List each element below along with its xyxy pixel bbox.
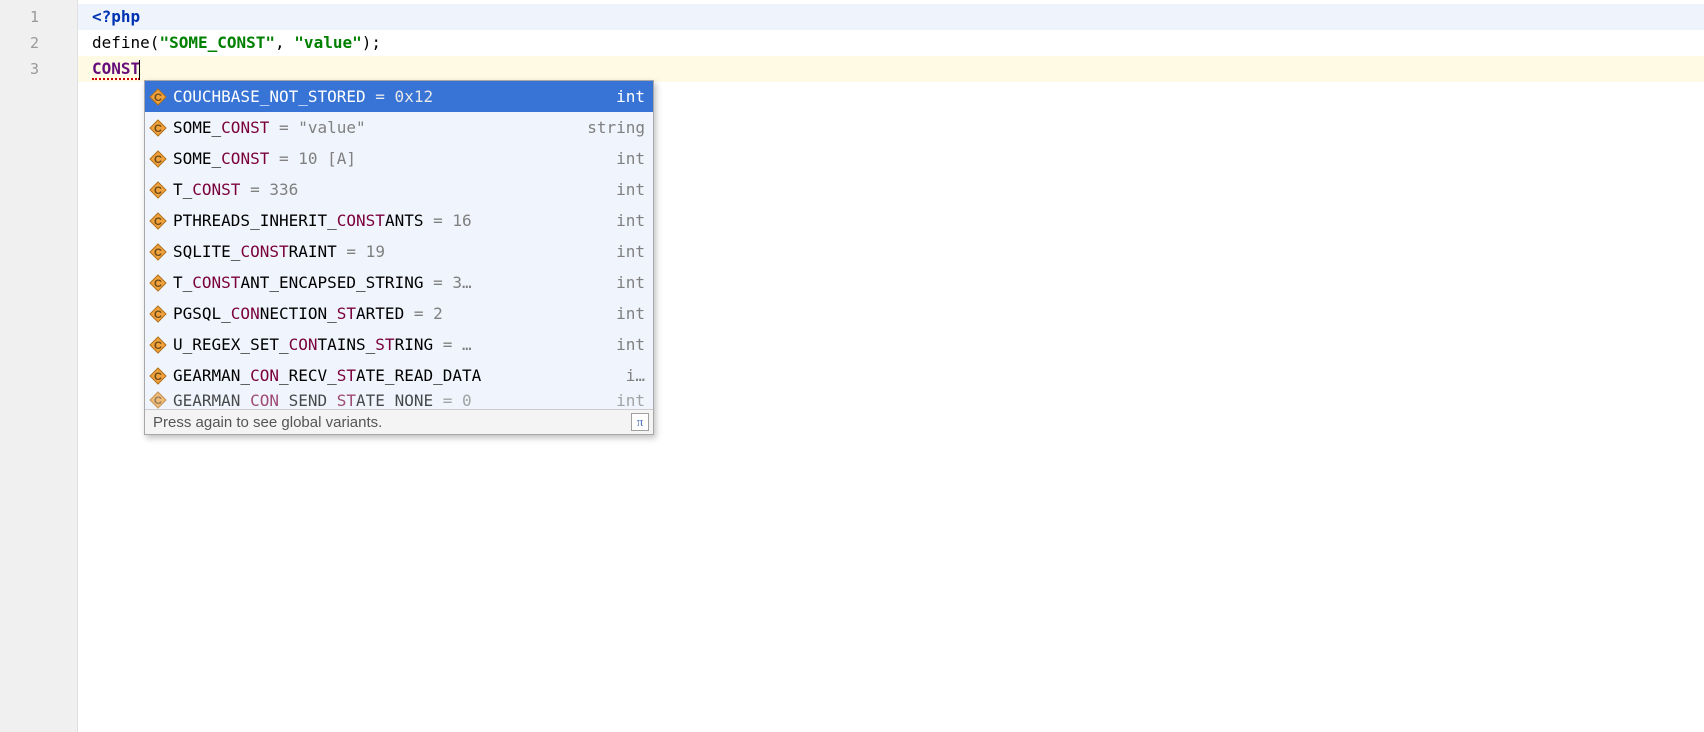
completion-item-label: SOME_CONST = "value" xyxy=(173,118,577,137)
editor-container: 1 2 3 <?php define("SOME_CONST", "value"… xyxy=(0,0,1704,732)
constant-icon: C xyxy=(149,88,167,106)
punct: ( xyxy=(150,33,160,52)
code-editor[interactable]: <?php define("SOME_CONST", "value"); CON… xyxy=(78,0,1704,732)
svg-text:C: C xyxy=(154,278,162,290)
code-completion-popup[interactable]: C COUCHBASE_NOT_STORED = 0x12 int C SOME_… xyxy=(144,80,654,435)
typed-text: CONST xyxy=(92,59,140,80)
punct: ) xyxy=(362,33,372,52)
completion-item-label: SOME_CONST = 10 [A] xyxy=(173,149,606,168)
line-number: 3 xyxy=(0,56,77,82)
completion-item-type: int xyxy=(616,180,645,199)
php-function: define xyxy=(92,33,150,52)
completion-item[interactable]: C SOME_CONST = "value" string xyxy=(145,112,653,143)
completion-item-type: int xyxy=(616,149,645,168)
completion-item-type: int xyxy=(616,304,645,323)
constant-icon: C xyxy=(149,243,167,261)
svg-text:C: C xyxy=(154,371,162,383)
completion-list[interactable]: C COUCHBASE_NOT_STORED = 0x12 int C SOME_… xyxy=(145,81,653,409)
completion-item-label: T_CONST = 336 xyxy=(173,180,606,199)
constant-icon: C xyxy=(149,305,167,323)
pi-icon[interactable]: π xyxy=(631,413,649,431)
completion-item-type: int xyxy=(616,391,645,409)
svg-text:C: C xyxy=(154,340,162,352)
completion-item-label: GEARMAN_CON_RECV_STATE_READ_DATA xyxy=(173,366,616,385)
svg-text:C: C xyxy=(154,216,162,228)
constant-icon: C xyxy=(149,367,167,385)
completion-item[interactable]: C T_CONST = 336 int xyxy=(145,174,653,205)
constant-icon: C xyxy=(149,119,167,137)
code-line[interactable]: define("SOME_CONST", "value"); xyxy=(78,30,1704,56)
svg-text:C: C xyxy=(154,247,162,259)
php-open-tag: <?php xyxy=(92,7,140,26)
completion-item-type: int xyxy=(616,211,645,230)
completion-item-label: SQLITE_CONSTRAINT = 19 xyxy=(173,242,606,261)
completion-item[interactable]: C COUCHBASE_NOT_STORED = 0x12 int xyxy=(145,81,653,112)
completion-item[interactable]: C GEARMAN_CON_RECV_STATE_READ_DATA i… xyxy=(145,360,653,391)
completion-item-label: T_CONSTANT_ENCAPSED_STRING = 3… xyxy=(173,273,606,292)
completion-item-label: PGSQL_CONNECTION_STARTED = 2 xyxy=(173,304,606,323)
line-number-gutter: 1 2 3 xyxy=(0,0,78,732)
svg-text:C: C xyxy=(154,395,162,407)
completion-item-type: int xyxy=(616,273,645,292)
punct: , xyxy=(275,33,294,52)
svg-text:C: C xyxy=(154,185,162,197)
php-string: "value" xyxy=(294,33,361,52)
completion-item[interactable]: C GEARMAN_CON_SEND_STATE_NONE = 0 int xyxy=(145,391,653,409)
completion-item-type: int xyxy=(616,335,645,354)
constant-icon: C xyxy=(149,274,167,292)
completion-hint: Press again to see global variants. xyxy=(153,414,382,431)
completion-item-type: int xyxy=(616,242,645,261)
svg-text:C: C xyxy=(154,92,162,104)
completion-footer: Press again to see global variants. π xyxy=(145,409,653,434)
constant-icon: C xyxy=(149,391,167,409)
completion-item-type: i… xyxy=(626,366,645,385)
constant-icon: C xyxy=(149,212,167,230)
code-line[interactable]: <?php xyxy=(78,4,1704,30)
svg-text:C: C xyxy=(154,154,162,166)
completion-item-label: PTHREADS_INHERIT_CONSTANTS = 16 xyxy=(173,211,606,230)
completion-item[interactable]: C PGSQL_CONNECTION_STARTED = 2 int xyxy=(145,298,653,329)
line-number: 1 xyxy=(0,4,77,30)
constant-icon: C xyxy=(149,181,167,199)
completion-item[interactable]: C SOME_CONST = 10 [A] int xyxy=(145,143,653,174)
line-number: 2 xyxy=(0,30,77,56)
completion-item-label: COUCHBASE_NOT_STORED = 0x12 xyxy=(173,87,606,106)
constant-icon: C xyxy=(149,336,167,354)
completion-item[interactable]: C SQLITE_CONSTRAINT = 19 int xyxy=(145,236,653,267)
code-line-active[interactable]: CONST xyxy=(78,56,1704,82)
php-string: "SOME_CONST" xyxy=(159,33,275,52)
completion-item-type: int xyxy=(616,87,645,106)
completion-item[interactable]: C U_REGEX_SET_CONTAINS_STRING = … int xyxy=(145,329,653,360)
svg-text:C: C xyxy=(154,309,162,321)
constant-icon: C xyxy=(149,150,167,168)
punct: ; xyxy=(371,33,381,52)
text-caret xyxy=(139,60,140,80)
completion-item[interactable]: C PTHREADS_INHERIT_CONSTANTS = 16 int xyxy=(145,205,653,236)
completion-item-label: GEARMAN_CON_SEND_STATE_NONE = 0 xyxy=(173,391,606,409)
completion-item-label: U_REGEX_SET_CONTAINS_STRING = … xyxy=(173,335,606,354)
completion-item-type: string xyxy=(587,118,645,137)
completion-item[interactable]: C T_CONSTANT_ENCAPSED_STRING = 3… int xyxy=(145,267,653,298)
svg-text:C: C xyxy=(154,123,162,135)
